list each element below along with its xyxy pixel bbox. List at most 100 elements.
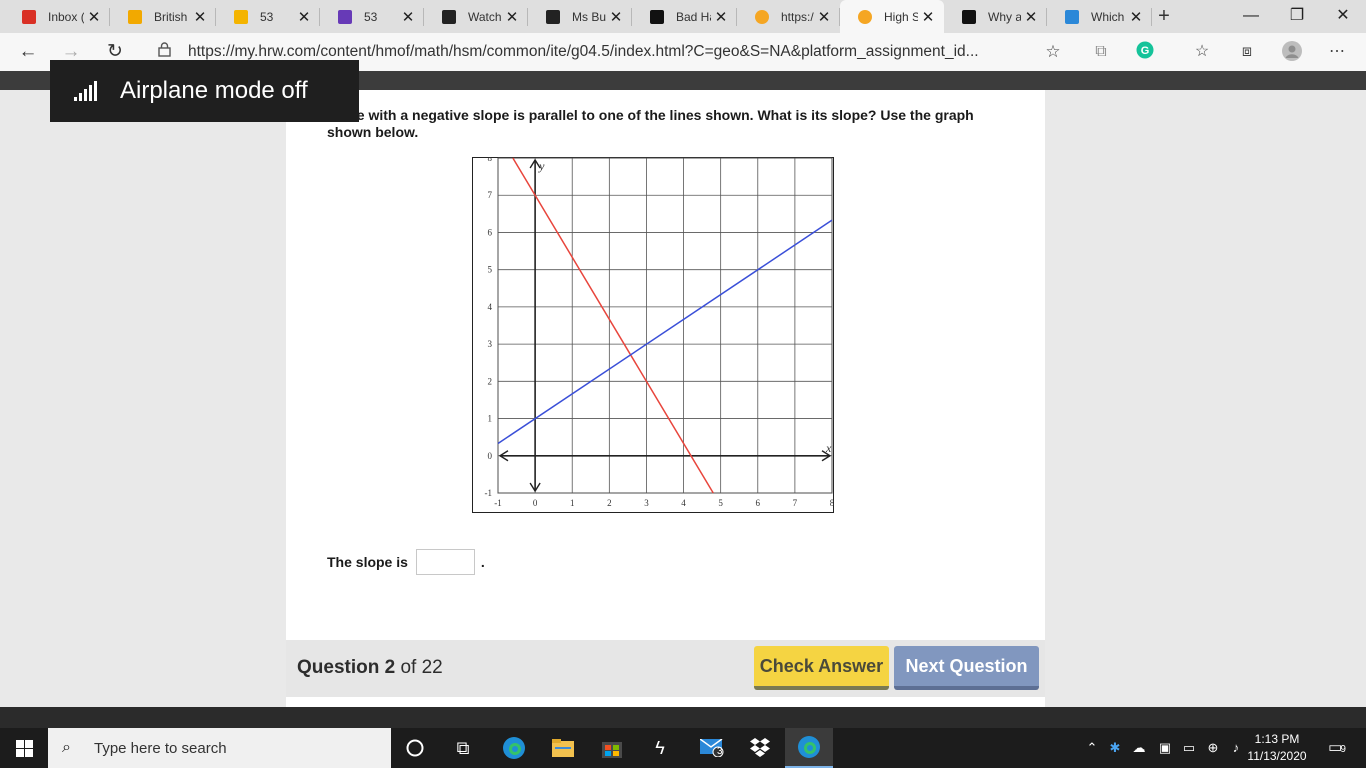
x-tick-label: 8 [830,498,834,508]
page-viewport: A line with a negative slope is parallel… [0,71,1366,707]
edge-app-icon[interactable] [490,728,538,768]
x-tick-label: -1 [494,498,502,508]
x-tick-label: 6 [756,498,761,508]
tab-close-icon[interactable]: ✕ [190,8,210,26]
y-tick-label: 0 [488,451,493,461]
browser-tab[interactable]: Inbox (✕ [4,0,110,33]
y-tick-label: 7 [488,190,493,200]
windows-taskbar: ⌕ Type here to search ⧉ ϟ 3 ⌃ ✱ ☁ ▣ ▭ ⊕ … [0,728,1366,768]
tab-close-icon[interactable]: ✕ [502,8,522,26]
x-tick-label: 1 [570,498,575,508]
tab-title: High S [884,9,918,24]
drive-sync-icon[interactable]: ▣ [1154,728,1176,768]
y-tick-label: 3 [488,339,493,349]
bluetooth-icon[interactable]: ✱ [1106,728,1124,768]
more-menu-icon[interactable]: ⋯ [1326,41,1348,63]
question-total: of 22 [400,657,443,678]
browser-tab[interactable]: British ✕ [110,0,216,33]
tab-close-icon[interactable]: ✕ [918,8,938,26]
back-icon[interactable]: ← [14,38,42,66]
tab-close-icon[interactable]: ✕ [294,8,314,26]
favorite-star-icon[interactable]: ☆ [1040,42,1066,62]
volume-icon[interactable]: ♪ [1226,728,1246,768]
tab-close-icon[interactable]: ✕ [814,8,834,26]
notifications-icon[interactable]: ▭9 [1320,728,1354,768]
tab-title: Watch [468,9,502,24]
browser-tab[interactable]: Which ✕ [1047,0,1152,33]
contact-card-icon [546,9,560,24]
answer-prefix: The slope is [327,554,408,570]
browser-tab[interactable]: Why ar✕ [944,0,1047,33]
dropbox-icon[interactable] [736,728,784,768]
question-footer: Question 2 of 22 Check Answer Next Quest… [286,640,1045,697]
tab-title: Bad Ha [676,9,711,24]
browser-tab[interactable]: Bad Ha✕ [632,0,737,33]
search-icon: ⌕ [62,739,71,756]
taskbar-search[interactable]: ⌕ Type here to search [48,728,391,768]
tab-title: British [154,9,188,24]
y-tick-label: 1 [488,414,493,424]
airplane-mode-toast[interactable]: Airplane mode off [50,60,359,122]
next-question-button[interactable]: Next Question [894,646,1039,690]
browser-tab[interactable]: 53 ✕ [216,0,320,33]
tab-close-icon[interactable]: ✕ [398,8,418,26]
taskbar-clock[interactable]: 1:13 PM 11/13/2020 [1246,731,1308,765]
tab-close-icon[interactable]: ✕ [84,8,104,26]
y-tick-label: 6 [488,227,493,237]
profile-avatar-icon[interactable] [1281,41,1303,63]
tab-title: 53 [364,9,378,24]
battery-icon[interactable]: ▭ [1178,728,1200,768]
x-tick-label: 0 [533,498,538,508]
store-icon[interactable] [588,728,636,768]
browser-tab[interactable]: https:/✕ [737,0,840,33]
tab-close-icon[interactable]: ✕ [606,8,626,26]
cortana-icon[interactable] [391,728,439,768]
browser-tab[interactable]: Ms Bur✕ [528,0,632,33]
tab-close-icon[interactable]: ✕ [711,8,731,26]
t-logo-icon [442,9,456,24]
edge-active-app-icon[interactable] [785,728,833,768]
mail-icon[interactable]: 3 [688,728,736,768]
answer-row: The slope is . [327,549,485,575]
close-window-button[interactable]: ✕ [1320,0,1366,31]
collections-icon[interactable]: ⧈ [1236,41,1258,63]
restore-button[interactable]: ❐ [1274,0,1320,31]
y-tick-label: 5 [488,265,493,275]
slope-input[interactable] [415,549,475,575]
tab-title: Which [1091,9,1125,24]
tab-close-icon[interactable]: ✕ [1126,8,1146,26]
onedrive-icon[interactable]: ☁ [1128,728,1150,768]
windows-start-icon[interactable] [0,728,48,768]
x-tick-label: 4 [681,498,686,508]
browser-tab[interactable]: 53 ✕ [320,0,424,33]
network-icon[interactable]: ⊕ [1202,728,1224,768]
favorites-list-icon[interactable]: ☆ [1191,41,1213,63]
forms-icon [338,9,352,24]
new-tab-button[interactable]: + [1152,4,1176,28]
chevrons-logo-icon [650,9,664,24]
graph-frame [472,157,834,513]
question-label: Question [297,657,380,678]
tab-title: Inbox ( [48,9,84,24]
grammarly-icon[interactable]: G [1134,41,1156,63]
lightning-app-icon[interactable]: ϟ [636,728,684,768]
browser-tab[interactable]: High S ✕ [840,0,944,33]
x-tick-label: 5 [718,498,723,508]
mail-badge: 3 [717,746,723,757]
classroom-icon [234,9,248,24]
tab-title: Why ar [988,9,1021,24]
page-bottom-strip [0,707,1366,728]
url-text[interactable]: https://my.hrw.com/content/hmof/math/hsm… [188,43,1040,61]
tray-chevron-icon[interactable]: ⌃ [1082,728,1102,768]
collections-disabled-icon[interactable]: ⧉ [1090,41,1112,63]
question-card: A line with a negative slope is parallel… [286,90,1045,707]
tab-close-icon[interactable]: ✕ [1021,8,1041,26]
check-answer-button[interactable]: Check Answer [754,646,889,690]
x-tick-label: 3 [644,498,649,508]
y-tick-label: -1 [485,488,493,498]
task-view-icon[interactable]: ⧉ [439,728,487,768]
svg-text:G: G [1141,45,1150,57]
minimize-button[interactable]: — [1228,0,1274,31]
browser-tab[interactable]: Watch ✕ [424,0,528,33]
file-explorer-icon[interactable] [539,728,587,768]
